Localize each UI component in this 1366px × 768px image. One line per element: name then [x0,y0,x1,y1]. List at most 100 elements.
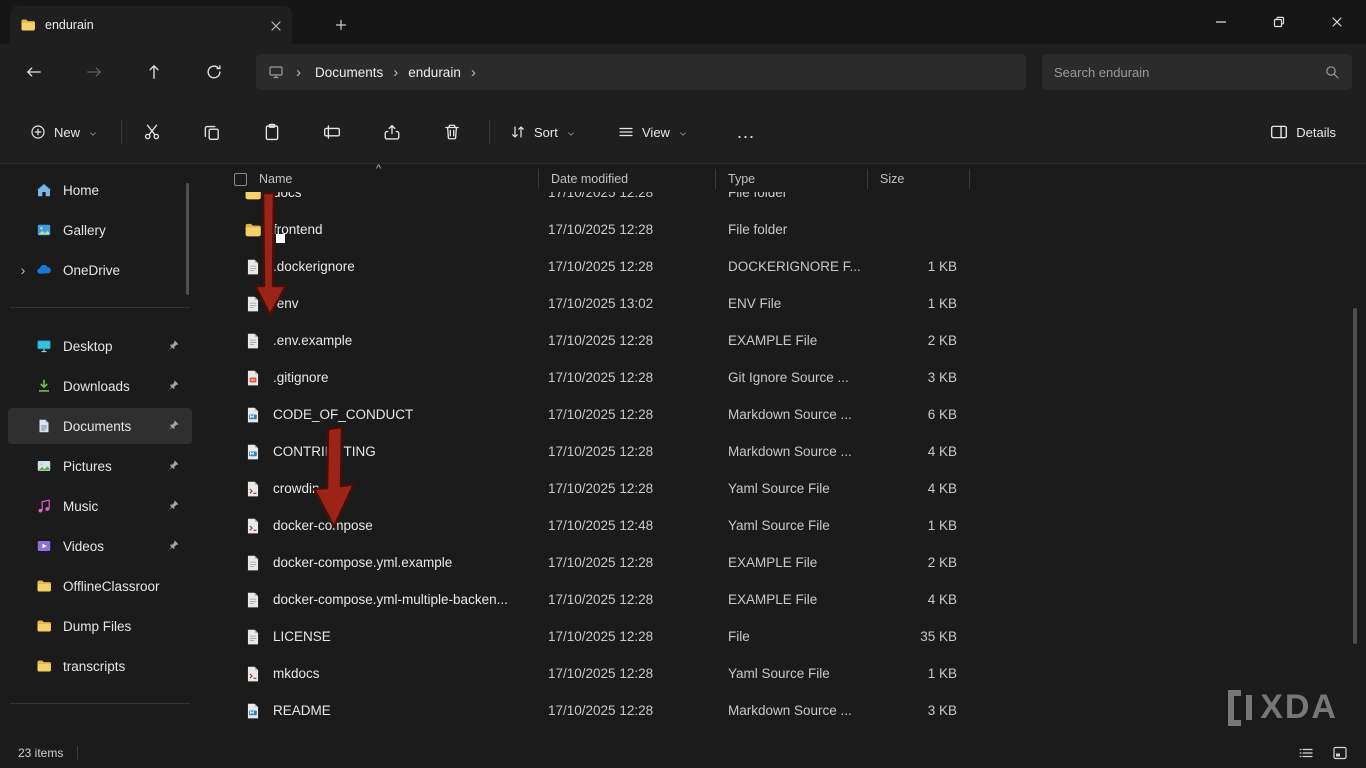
search-box[interactable] [1042,54,1352,90]
breadcrumb-segment[interactable]: endurain [406,63,463,82]
share-button[interactable] [370,114,414,150]
search-input[interactable] [1054,65,1324,80]
tab-close-icon[interactable] [270,19,282,31]
file-row[interactable]: .env.example17/10/2025 12:28EXAMPLE File… [228,322,1008,359]
file-type: EXAMPLE File [715,333,867,348]
sidebar-item-transcripts[interactable]: transcripts [8,648,192,684]
column-divider[interactable] [715,169,716,189]
sidebar-item-label: Music [63,499,166,514]
details-pane-icon [1270,123,1288,141]
details-view-button[interactable] [1292,741,1320,765]
column-header-name[interactable]: Name [259,172,292,186]
view-button[interactable]: View [608,114,698,150]
restore-button[interactable] [1250,0,1308,44]
file-row[interactable]: mkdocs17/10/2025 12:28Yaml Source File1 … [228,655,1008,692]
column-header-size[interactable]: Size [867,172,969,186]
select-all-checkbox[interactable] [234,173,247,186]
sidebar-item-downloads[interactable]: Downloads [8,368,192,404]
file-date-modified: 17/10/2025 12:28 [538,703,715,718]
folder-icon [36,618,52,634]
sidebar-item-desktop[interactable]: Desktop [8,328,192,364]
sidebar-item-videos[interactable]: Videos [8,528,192,564]
sidebar-item-label: Desktop [63,339,166,354]
file-row[interactable]: docker-compose17/10/2025 12:48Yaml Sourc… [228,507,1008,544]
music-icon [36,498,52,514]
file-row[interactable]: docs17/10/2025 12:28File folder [228,192,1008,211]
file-row[interactable]: frontend17/10/2025 12:28File folder [228,211,1008,248]
desktop-icon [36,338,52,354]
sidebar-item-home[interactable]: Home [8,172,192,208]
breadcrumb-segment[interactable]: Documents [313,63,385,82]
sidebar-item-gallery[interactable]: Gallery [8,212,192,248]
new-tab-button[interactable] [328,12,354,38]
file-type: Yaml Source File [715,481,867,496]
minimize-button[interactable] [1192,0,1250,44]
file-row[interactable]: .env17/10/2025 13:02ENV File1 KB [228,285,1008,322]
close-icon [1331,16,1343,28]
file-type: Git Ignore Source ... [715,370,867,385]
sidebar-item-label: Documents [63,419,166,434]
file-row[interactable]: crowdin17/10/2025 12:28Yaml Source File4… [228,470,1008,507]
delete-icon [443,123,461,141]
icons-view-button[interactable] [1326,741,1354,765]
status-divider [77,746,78,760]
close-button[interactable] [1308,0,1366,44]
up-button[interactable] [134,52,174,92]
sidebar-scrollbar[interactable] [186,183,189,295]
chevron-right-icon[interactable]: › [385,64,406,81]
file-row[interactable]: LICENSE17/10/2025 12:28File35 KB [228,618,1008,655]
column-divider[interactable] [867,169,868,189]
column-divider[interactable] [538,169,539,189]
explorer-tab[interactable]: endurain [10,6,292,44]
file-row[interactable]: CODE_OF_CONDUCT17/10/2025 12:28Markdown … [228,396,1008,433]
file-size: 3 KB [867,703,969,718]
forward-button[interactable] [74,52,114,92]
chevron-expand-icon[interactable]: › [14,262,32,278]
delete-button[interactable] [430,114,474,150]
file-git-icon [244,369,262,387]
file-date-modified: 17/10/2025 12:28 [538,333,715,348]
address-bar[interactable]: › Documents›endurain› [256,54,1026,90]
file-date-modified: 17/10/2025 12:28 [538,444,715,459]
sidebar-item-pictures[interactable]: Pictures [8,448,192,484]
file-row[interactable]: CONTRIBUTING17/10/2025 12:28Markdown Sou… [228,433,1008,470]
column-header-date[interactable]: Date modified [538,172,715,186]
file-size: 1 KB [867,259,969,274]
paste-icon [263,123,281,141]
sidebar-item-offlineclassroor[interactable]: OfflineClassroor [8,568,192,604]
sort-ascending-caret: ^ [376,163,381,175]
chevron-right-icon[interactable]: › [288,64,309,81]
rename-button[interactable] [310,114,354,150]
file-name: crowdin [273,481,320,496]
sidebar-item-onedrive[interactable]: ›OneDrive [8,252,192,288]
details-button[interactable]: Details [1260,114,1346,150]
new-button[interactable]: New [20,114,108,150]
file-row[interactable]: README17/10/2025 12:28Markdown Source ..… [228,692,1008,729]
file-row[interactable]: docker-compose.yml.example17/10/2025 12:… [228,544,1008,581]
chevron-right-icon[interactable]: › [463,64,484,81]
content-scrollbar[interactable] [1353,308,1357,644]
column-divider[interactable] [969,169,970,189]
toolbar-divider [489,120,490,144]
sidebar-item-documents[interactable]: Documents [8,408,192,444]
file-yml-icon [244,665,262,683]
copy-button[interactable] [190,114,234,150]
sidebar-item-dump-files[interactable]: Dump Files [8,608,192,644]
file-row[interactable]: .gitignore17/10/2025 12:28Git Ignore Sou… [228,359,1008,396]
file-size: 1 KB [867,296,969,311]
column-header-type[interactable]: Type [715,172,867,186]
file-row[interactable]: .dockerignore17/10/2025 12:28DOCKERIGNOR… [228,248,1008,285]
sidebar-item-music[interactable]: Music [8,488,192,524]
chevron-down-icon [678,127,688,137]
refresh-button[interactable] [194,52,234,92]
file-date-modified: 17/10/2025 12:28 [538,555,715,570]
sidebar-item-label: transcripts [63,659,192,674]
cut-button[interactable] [130,114,174,150]
file-name: LICENSE [273,629,331,644]
more-button[interactable]: ... [726,114,766,150]
paste-button[interactable] [250,114,294,150]
back-button[interactable] [14,52,54,92]
sort-button[interactable]: Sort [500,114,586,150]
file-row[interactable]: docker-compose.yml-multiple-backen...17/… [228,581,1008,618]
file-type: Markdown Source ... [715,703,867,718]
